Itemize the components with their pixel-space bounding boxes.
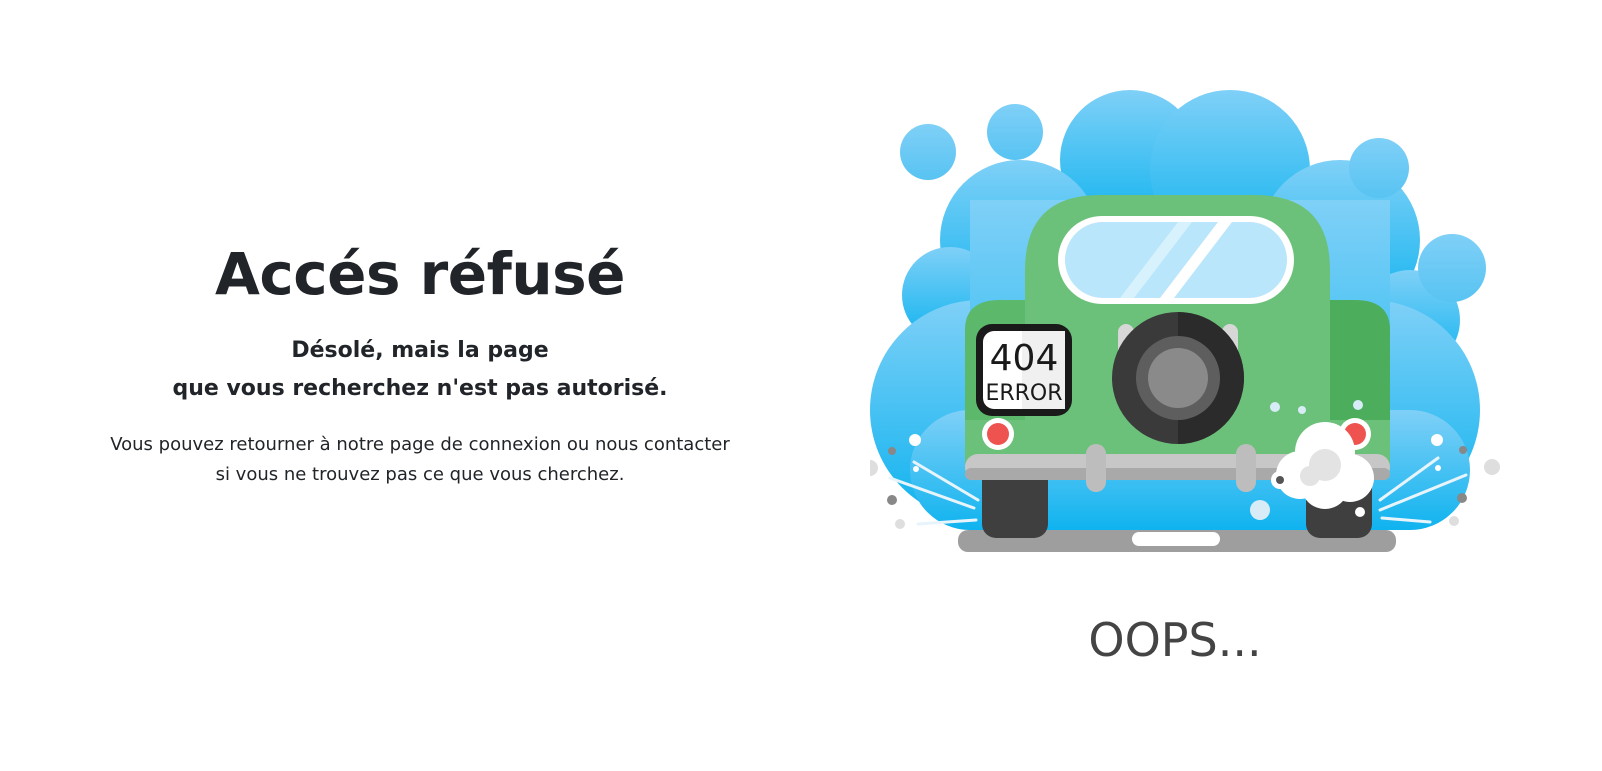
plate-text: ERROR [985,381,1062,406]
error-description: Vous pouvez retourner à notre page de co… [60,430,780,490]
plate-number: 404 [990,338,1059,379]
description-line-1: Vous pouvez retourner à notre page de co… [110,433,730,455]
page-title: Accés réfusé [214,240,626,308]
oops-caption: OOPS... [1088,613,1261,667]
access-denied-page: Accés réfusé Désolé, mais la page que vo… [0,0,1602,771]
error-illustration: 404 ERROR OOPS... [870,80,1510,700]
subtitle-line-2: que vous recherchez n'est pas autorisé. [172,375,668,401]
error-text-column: Accés réfusé Désolé, mais la page que vo… [60,240,780,490]
description-line-2: si vous ne trouvez pas ce que vous cherc… [215,463,625,485]
license-plate: 404 ERROR [976,324,1072,416]
subtitle-line-1: Désolé, mais la page [291,337,549,363]
error-subtitle: Désolé, mais la page que vous recherchez… [60,332,780,408]
ground-highlight [1132,532,1220,546]
